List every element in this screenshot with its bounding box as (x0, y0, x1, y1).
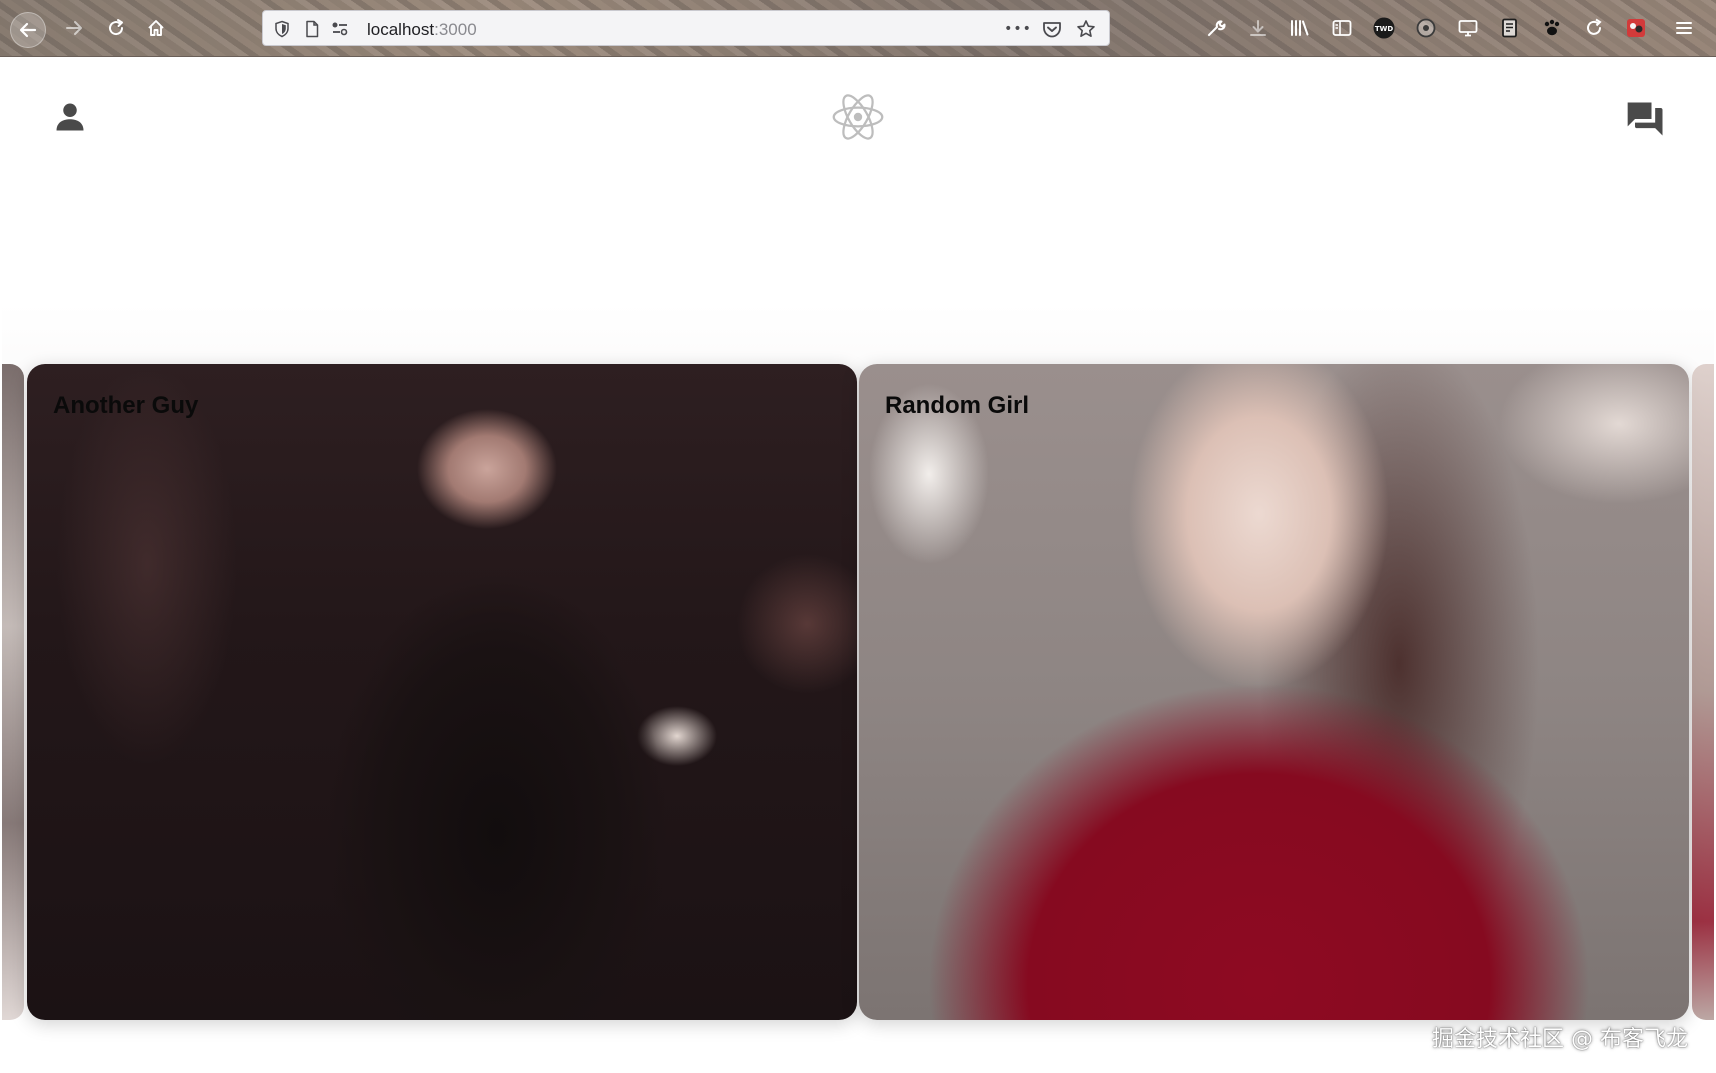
previous-card-edge[interactable] (2, 364, 24, 1020)
screenshot-extension-icon[interactable] (1414, 16, 1438, 40)
colorful-extension-icon[interactable] (1624, 16, 1648, 40)
watermark: 掘金技术社区 @ 布客飞龙 (1432, 1027, 1688, 1052)
star-icon (1077, 20, 1095, 37)
profile-card[interactable]: Another Guy (27, 364, 857, 1020)
download-icon[interactable] (1246, 16, 1270, 40)
sidebar-icon[interactable] (1330, 16, 1354, 40)
profile-button[interactable] (50, 97, 90, 137)
url-port: :3000 (434, 20, 477, 39)
card-name: Random Girl (885, 392, 1030, 419)
messages-button[interactable] (1622, 95, 1670, 143)
profile-card[interactable]: Random Girl (859, 364, 1689, 1020)
next-card-edge[interactable] (1692, 364, 1714, 1020)
twd-extension-icon[interactable]: TWD (1372, 16, 1396, 40)
notes-extension-icon[interactable] (1498, 16, 1522, 40)
pocket-button[interactable] (1041, 18, 1063, 40)
arrow-left-icon (19, 22, 37, 38)
svg-text:TWD: TWD (1375, 25, 1393, 33)
home-icon (148, 20, 164, 36)
card-name: Another Guy (53, 392, 199, 419)
browser-toolbar: localhost:3000 ••• TWD (0, 0, 1716, 57)
paw-extension-icon[interactable] (1540, 16, 1564, 40)
url-text[interactable]: localhost:3000 (367, 20, 477, 40)
permissions-icon[interactable] (329, 18, 351, 40)
url-host: localhost (367, 20, 435, 39)
forum-icon (1627, 102, 1663, 136)
address-bar[interactable]: localhost:3000 ••• (262, 10, 1110, 46)
back-button[interactable] (10, 12, 46, 48)
reload-button[interactable] (102, 14, 130, 42)
arrow-right-icon (66, 21, 82, 35)
bookmark-star-button[interactable] (1075, 18, 1097, 40)
page-actions-button[interactable]: ••• (1004, 18, 1032, 40)
card-deck: Another Guy Random Girl (2, 303, 1714, 1020)
monitor-extension-icon[interactable] (1456, 16, 1480, 40)
forward-button[interactable] (60, 14, 88, 42)
pocket-icon (1043, 22, 1061, 38)
page-viewport: Another Guy Random Girl 掘金技术社区 @ 布客飞龙 (2, 57, 1714, 1073)
page-info-icon[interactable] (301, 18, 323, 40)
more-dots-icon: ••• (1004, 21, 1032, 37)
reload-icon (109, 19, 124, 36)
app-logo (828, 87, 888, 147)
refresh-extension-icon[interactable] (1582, 16, 1606, 40)
menu-icon[interactable] (1672, 16, 1696, 40)
person-icon (56, 103, 84, 131)
wrench-icon[interactable] (1204, 16, 1228, 40)
tracking-protection-shield-icon[interactable] (271, 18, 293, 40)
browser-window: localhost:3000 ••• TWD Another Guy Rando… (0, 0, 1716, 1073)
react-atom-icon (832, 94, 884, 140)
library-icon[interactable] (1288, 16, 1312, 40)
home-button[interactable] (142, 14, 170, 42)
